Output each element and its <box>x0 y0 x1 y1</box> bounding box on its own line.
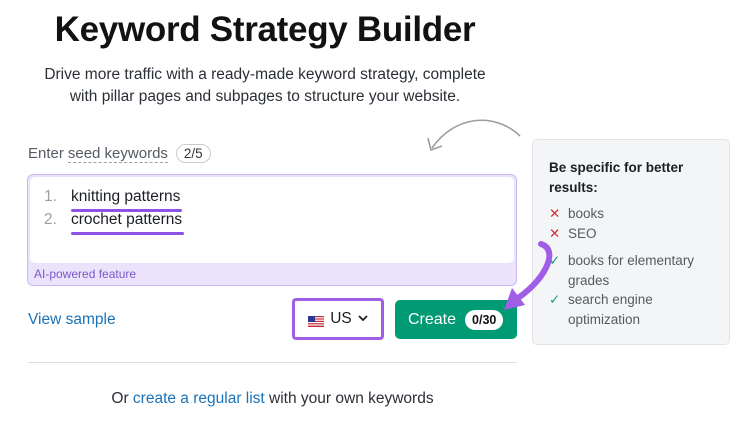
tip-item: ✕ SEO <box>549 224 728 244</box>
tips-heading: Be specific for better results: <box>549 160 684 195</box>
tip-item: ✓ search engine optimization <box>549 290 728 330</box>
keyword-text: knitting patterns <box>71 188 183 212</box>
create-count-badge: 0/30 <box>465 309 504 330</box>
alt-prefix: Or <box>111 390 129 407</box>
create-button-label: Create <box>408 310 457 328</box>
keyword-line: 2. crochet patterns <box>44 211 185 235</box>
seed-label-prefix: Enter <box>28 145 64 162</box>
keyword-text: crochet patterns <box>71 211 185 235</box>
divider <box>28 362 517 363</box>
ai-powered-label: AI-powered feature <box>34 267 137 281</box>
create-regular-list-link[interactable]: create a regular list <box>133 390 265 407</box>
keyword-line-number: 2. <box>44 211 57 228</box>
seed-keywords-textarea[interactable]: 1. knitting patterns 2. crochet patterns <box>30 177 514 263</box>
regular-list-prompt: Or create a regular list with your own k… <box>0 390 545 408</box>
tips-panel: Be specific for better results: ✕ books … <box>532 139 730 345</box>
tip-text: books <box>568 206 605 221</box>
subtitle-line-2: with pillar pages and subpages to struct… <box>69 88 461 105</box>
tip-text: books for elementary grades <box>568 253 695 288</box>
page-subtitle: Drive more traffic with a ready-made key… <box>20 64 510 108</box>
tip-text: search engine optimization <box>568 292 653 327</box>
seed-keywords-field: 1. knitting patterns 2. crochet patterns… <box>27 174 517 286</box>
subtitle-line-1: Drive more traffic with a ready-made key… <box>44 66 486 83</box>
seed-keywords-label: Enter seed keywords 2/5 <box>28 144 211 163</box>
alt-suffix: with your own keywords <box>269 390 434 407</box>
country-select[interactable]: US <box>292 298 384 340</box>
cross-icon: ✕ <box>549 226 561 241</box>
us-flag-icon <box>308 314 325 327</box>
create-button[interactable]: Create 0/30 <box>395 300 517 339</box>
tip-item: ✕ books <box>549 204 728 224</box>
tip-item: ✓ books for elementary grades <box>549 251 728 291</box>
keyword-line-number: 1. <box>44 188 57 205</box>
seed-keywords-tooltip-link[interactable]: seed keywords <box>67 145 168 163</box>
tip-text: SEO <box>568 226 597 241</box>
curved-arrow-icon <box>427 119 521 152</box>
check-icon: ✓ <box>549 253 561 268</box>
view-sample-link[interactable]: View sample <box>28 311 116 329</box>
country-code: US <box>330 310 352 327</box>
keyword-count-badge: 2/5 <box>175 144 211 163</box>
keyword-line: 1. knitting patterns <box>44 188 183 212</box>
check-icon: ✓ <box>549 292 561 307</box>
chevron-down-icon <box>358 313 368 325</box>
page-title: Keyword Strategy Builder <box>54 10 476 49</box>
cross-icon: ✕ <box>549 206 561 221</box>
